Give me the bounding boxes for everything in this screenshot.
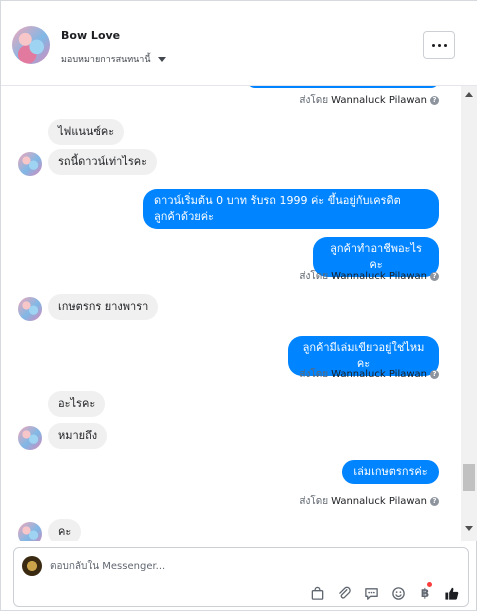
sent-by-label: ส่งโดย Wannaluck Pilawan ? xyxy=(299,367,439,382)
sent-by-label: ส่งโดย Wannaluck Pilawan ? xyxy=(299,494,439,509)
conversation-panel: Bow Love มอบหมายการสนทนานี้ ส่งโดย Wanna… xyxy=(0,0,477,611)
scroll-up-icon[interactable] xyxy=(465,92,473,97)
reply-input[interactable] xyxy=(50,556,450,576)
outgoing-message: ดาวน์เริ่มต้น 0 บาท รับรถ 1999 ค่ะ ขึ้นอ… xyxy=(143,189,439,229)
more-dot-icon xyxy=(431,43,435,47)
incoming-message: รถนี้ดาวน์เท่าไรคะ xyxy=(48,149,157,175)
chat-bubble-icon xyxy=(364,587,378,600)
sent-by-label: ส่งโดย Wannaluck Pilawan ? xyxy=(299,93,439,108)
assign-label: มอบหมายการสนทนานี้ xyxy=(61,55,151,65)
paperclip-icon xyxy=(338,586,351,599)
contact-avatar-small xyxy=(18,297,42,321)
contact-avatar-small xyxy=(18,522,42,541)
conversation-header: Bow Love มอบหมายการสนทนานี้ xyxy=(1,1,477,86)
incoming-message: ไฟแนนซ์คะ xyxy=(48,119,125,145)
attach-button[interactable] xyxy=(336,585,352,601)
emoji-button[interactable] xyxy=(390,585,406,601)
sent-by-label: ส่งโดย Wannaluck Pilawan ? xyxy=(299,269,439,284)
help-icon[interactable]: ? xyxy=(430,96,439,105)
help-icon[interactable]: ? xyxy=(430,497,439,506)
assign-conversation-dropdown[interactable]: มอบหมายการสนทนานี้ xyxy=(61,52,166,66)
help-icon[interactable]: ? xyxy=(430,370,439,379)
saved-replies-button[interactable] xyxy=(363,585,379,601)
scrollbar-thumb[interactable] xyxy=(463,464,475,491)
baht-icon: ฿ xyxy=(420,586,430,600)
incoming-message: เกษตรกร ยางพารา xyxy=(48,294,159,320)
help-icon[interactable]: ? xyxy=(430,272,439,281)
incoming-message: คะ xyxy=(48,519,82,541)
incoming-message: อะไรคะ xyxy=(48,391,106,417)
outgoing-message xyxy=(247,86,439,88)
shop-bag-button[interactable] xyxy=(309,585,325,601)
thumbs-up-icon xyxy=(444,587,458,600)
notification-dot xyxy=(427,582,432,587)
more-options-button[interactable] xyxy=(423,31,455,59)
smiley-icon xyxy=(391,586,405,600)
scroll-down-icon[interactable] xyxy=(465,526,473,531)
contact-avatar-small xyxy=(18,152,42,176)
shopping-bag-icon xyxy=(311,586,323,600)
like-button[interactable] xyxy=(443,585,459,601)
incoming-message: หมายถึง xyxy=(48,423,108,449)
more-dot-icon xyxy=(437,43,441,47)
caret-down-icon xyxy=(157,56,166,62)
payment-button[interactable]: ฿ xyxy=(417,582,433,601)
contact-name[interactable]: Bow Love xyxy=(61,29,120,42)
more-dot-icon xyxy=(443,43,447,47)
message-list: ส่งโดย Wannaluck Pilawan ? ไฟแนนซ์คะ รถน… xyxy=(1,86,461,541)
chat-scrollbar[interactable] xyxy=(461,86,477,541)
page-avatar xyxy=(22,556,42,576)
outgoing-message: เล่มเกษตรกรค่ะ xyxy=(342,460,439,484)
reply-composer: ฿ xyxy=(13,547,469,607)
contact-avatar[interactable] xyxy=(12,26,50,64)
contact-avatar-small xyxy=(18,426,42,450)
